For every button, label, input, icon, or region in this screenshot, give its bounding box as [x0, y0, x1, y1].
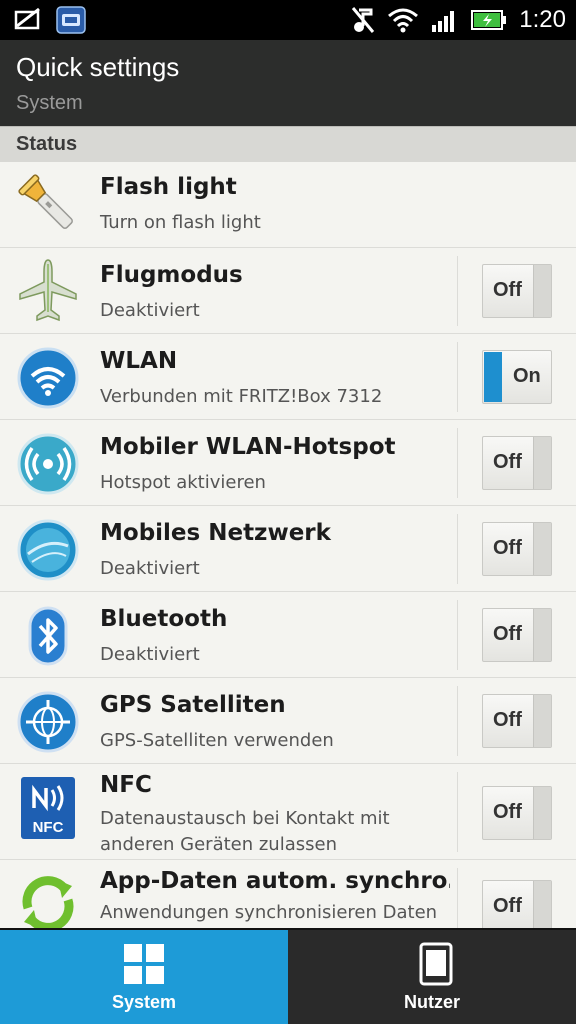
divider [457, 428, 458, 498]
list-item-wlan[interactable]: WLAN Verbunden mit FRITZ!Box 7312 On [0, 334, 576, 420]
gps-icon [17, 691, 79, 753]
row-title: Mobiler WLAN-Hotspot [100, 434, 396, 460]
toggle-label: Off [493, 801, 522, 823]
nfc-icon: NFC [21, 777, 75, 839]
list-item-gps[interactable]: GPS Satelliten GPS-Satelliten verwenden … [0, 678, 576, 764]
phone-icon [419, 942, 453, 986]
divider [457, 256, 458, 326]
toggle-knob [533, 437, 551, 489]
list-item-sync[interactable]: App-Daten autom. synchro… Anwendungen sy… [0, 860, 576, 928]
flashlight-icon [18, 174, 73, 229]
grid-icon [124, 944, 164, 984]
divider [457, 868, 458, 928]
toggle-switch[interactable]: Off [482, 264, 552, 318]
cell-signal-icon [432, 11, 455, 32]
divider [457, 514, 458, 584]
toggle-switch[interactable]: Off [482, 436, 552, 490]
toggle-switch[interactable]: Off [482, 608, 552, 662]
toggle-label: Off [493, 895, 522, 917]
toggle-label: Off [493, 279, 522, 301]
notification-app-icon [56, 6, 86, 34]
toggle-switch[interactable]: Off [482, 786, 552, 840]
row-description: Deaktiviert [100, 558, 200, 579]
toggle-knob [533, 609, 551, 661]
toggle-label: Off [493, 709, 522, 731]
list-item-hotspot[interactable]: Mobiler WLAN-Hotspot Hotspot aktivieren … [0, 420, 576, 506]
list-item-mobile-network[interactable]: Mobiles Netzwerk Deaktiviert Off [0, 506, 576, 592]
section-header-status: Status [0, 126, 576, 162]
toggle-on-indicator [484, 352, 502, 402]
tab-nutzer[interactable]: Nutzer [288, 930, 576, 1024]
row-description: Anwendungen synchronisieren Daten [100, 902, 438, 923]
airplane-icon [19, 259, 77, 322]
divider [457, 342, 458, 412]
tab-system[interactable]: System [0, 930, 288, 1024]
row-description: GPS-Satelliten verwenden [100, 730, 334, 751]
row-title: NFC [100, 772, 152, 798]
clock: 1:20 [519, 6, 566, 33]
section-label: Status [16, 133, 78, 155]
status-bar: 1:20 [0, 0, 576, 40]
screen: 1:20 Quick settings System Status Flash … [0, 0, 576, 1024]
row-description: Deaktiviert [100, 644, 200, 665]
page-title: Quick settings [16, 52, 180, 82]
tab-label: System [111, 992, 177, 1012]
toggle-label: Off [493, 451, 522, 473]
row-description: Turn on flash light [100, 212, 261, 233]
row-description: Deaktiviert [100, 300, 200, 321]
divider [457, 600, 458, 670]
row-title: WLAN [100, 348, 178, 374]
tab-label: Nutzer [403, 992, 460, 1012]
toggle-switch[interactable]: Off [482, 522, 552, 576]
row-title: Flugmodus [100, 262, 243, 288]
list-item-flash-light[interactable]: Flash light Turn on flash light [0, 162, 576, 248]
toggle-switch[interactable]: On [482, 350, 552, 404]
toggle-knob [533, 265, 551, 317]
toggle-label: Off [493, 537, 522, 559]
list-item-nfc[interactable]: NFC NFC Datenaustausch bei Kontakt mit a… [0, 764, 576, 860]
row-description: Verbunden mit FRITZ!Box 7312 [100, 386, 383, 407]
list-item-bluetooth[interactable]: Bluetooth Deaktiviert Off [0, 592, 576, 678]
app-header: Quick settings System [0, 40, 576, 126]
row-title: Bluetooth [100, 606, 228, 632]
row-description: Datenaustausch bei Kontakt mit anderen G… [100, 808, 390, 855]
toggle-knob [533, 787, 551, 839]
divider [457, 772, 458, 852]
list-item-flugmodus[interactable]: Flugmodus Deaktiviert Off [0, 248, 576, 334]
page-subtitle: System [16, 92, 83, 114]
row-title: App-Daten autom. synchro… [100, 868, 450, 894]
toggle-label: Off [493, 623, 522, 645]
row-title: GPS Satelliten [100, 692, 286, 718]
row-title: Mobiles Netzwerk [100, 520, 331, 546]
wifi-signal-icon [388, 8, 419, 33]
notification-mail-icon [14, 7, 40, 30]
divider [457, 686, 458, 756]
toggle-knob [533, 523, 551, 575]
settings-list: Flash light Turn on flash light Flugmodu… [0, 162, 576, 928]
row-title: Flash light [100, 174, 237, 200]
toggle-knob [533, 695, 551, 747]
nfc-icon-label: NFC [33, 819, 64, 836]
toggle-switch[interactable]: Off [482, 880, 552, 928]
sync-icon [22, 876, 74, 928]
mobile-network-icon [17, 519, 79, 581]
toggle-switch[interactable]: Off [482, 694, 552, 748]
hotspot-icon [17, 433, 79, 495]
toggle-knob [533, 881, 551, 928]
battery-charging-icon [471, 10, 507, 30]
wifi-icon [17, 347, 79, 409]
bluetooth-icon [28, 606, 68, 666]
bottom-tab-bar: System Nutzer [0, 928, 576, 1024]
mute-icon [352, 7, 375, 33]
toggle-label: On [513, 365, 541, 387]
row-description: Hotspot aktivieren [100, 472, 266, 493]
